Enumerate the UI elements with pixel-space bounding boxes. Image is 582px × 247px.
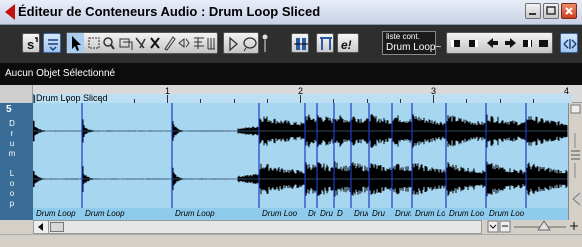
close-icon	[565, 7, 573, 15]
slice-label[interactable]: Drum Loo	[489, 209, 525, 218]
slice-labels: Drum Loop Drum Loop Drum Loop Drum Loo Dru Dr…	[33, 103, 568, 220]
horizontal-scrollbar[interactable]	[33, 220, 482, 234]
zoom-icon	[103, 37, 113, 47]
snap-icon	[294, 38, 308, 50]
minimize-button[interactable]	[525, 3, 541, 19]
play-icon	[229, 36, 238, 52]
ruler-tick	[433, 95, 434, 103]
tool-group	[66, 32, 218, 54]
title-bar: Éditeur de Conteneurs Audio : Drum Loop …	[0, 0, 582, 25]
loop-selector-label: liste cont.	[386, 32, 420, 41]
snap-button[interactable]	[291, 33, 309, 53]
range-select-icon	[88, 37, 100, 49]
slice-label[interactable]: Dru	[308, 209, 316, 218]
ruler-bar-number: 2	[298, 86, 304, 96]
back-arrow-icon	[5, 4, 15, 20]
scroll-left-icon	[38, 223, 43, 231]
autoscroll-button[interactable]	[43, 33, 61, 53]
track-name-char: L	[9, 169, 15, 178]
track-name-char: D	[9, 119, 15, 128]
audition-icon	[178, 37, 190, 49]
scrub-icon	[194, 37, 204, 49]
close-button[interactable]	[561, 3, 577, 19]
toolbar: s e! liste cont. Drum Loop~	[0, 25, 582, 63]
track-name-char: o	[9, 189, 15, 198]
info-line-text: Aucun Objet Sélectionné	[5, 68, 116, 79]
time-warp-icon	[207, 38, 215, 50]
ruler-tick	[300, 95, 301, 103]
track-name-char: r	[10, 129, 14, 138]
link-icon	[563, 39, 577, 49]
mute-erase-icon	[150, 37, 160, 49]
track-name-char: o	[9, 179, 15, 188]
track-name-char: p	[9, 199, 15, 208]
status-bar	[0, 234, 582, 247]
slice-label[interactable]: Drum Loo	[262, 209, 304, 218]
slice-label[interactable]: Drum	[354, 209, 368, 218]
loop-icon	[243, 37, 257, 49]
edit-in-place-button[interactable]: e!	[337, 33, 359, 53]
slice-label[interactable]: Drum Loop	[175, 209, 258, 218]
ruler-bar-number: 3	[431, 86, 437, 96]
nav-left-icon	[487, 38, 498, 48]
horizontal-zoom-control[interactable]	[486, 220, 582, 234]
waveform-area[interactable]: Drum Loop Drum Loop Drum Loop Drum Loo Dru Dr…	[33, 103, 568, 220]
track-name-char: u	[9, 139, 15, 148]
volume-slider[interactable]	[262, 33, 268, 53]
ruler-bar-number: 1	[165, 86, 171, 96]
slice-label[interactable]: Drum	[395, 209, 411, 218]
svg-text:e!: e!	[341, 38, 352, 52]
select-object-icon	[119, 38, 133, 50]
solo-button[interactable]: s	[22, 33, 40, 53]
ruler-bar-number: 4	[564, 86, 570, 96]
track-name-strip: 5 Drum Loop	[0, 103, 33, 220]
ruler-tick	[167, 95, 168, 103]
info-line: Aucun Objet Sélectionné	[0, 63, 582, 85]
zoom-slider-icon	[487, 220, 578, 233]
scroll-left-button[interactable]	[34, 221, 49, 233]
minimize-icon	[529, 13, 536, 15]
navigation-group	[446, 32, 553, 54]
track-name-char: m	[8, 149, 16, 158]
slice-label[interactable]: Drum Loo	[415, 209, 445, 218]
autoscroll-icon	[48, 39, 58, 52]
tool-icons	[67, 33, 215, 53]
slice-label[interactable]: D	[337, 209, 350, 218]
slice-label[interactable]: Drum Loo	[449, 209, 485, 218]
bar-icon	[320, 37, 332, 50]
scroll-thumb[interactable]	[50, 222, 64, 232]
window-title: Éditeur de Conteneurs Audio : Drum Loop …	[18, 4, 321, 19]
vertical-zoom-icon	[570, 104, 581, 206]
play-loop-group	[223, 32, 259, 54]
ruler[interactable]: Drum Loop Sliced 1234	[0, 85, 582, 103]
maximize-button[interactable]	[543, 3, 559, 19]
ruler-ticks: 1 2 3 4	[0, 85, 582, 103]
edit-in-place-icon: e!	[341, 38, 352, 52]
solo-icon: s	[27, 37, 38, 52]
slice-label[interactable]: Drum Loop	[36, 209, 81, 218]
slice-label[interactable]: Drum Loop	[85, 209, 171, 218]
maximize-icon	[546, 6, 556, 15]
vertical-zoom-bar[interactable]	[568, 103, 582, 220]
slice-label[interactable]: Dru	[320, 209, 333, 218]
loop-selector[interactable]: liste cont. Drum Loop~	[382, 31, 441, 55]
slice-label[interactable]: Dru	[372, 209, 391, 218]
volume-icon	[262, 34, 268, 52]
nav-icons	[451, 38, 548, 48]
bar-button[interactable]	[316, 33, 334, 53]
loop-selector-value: Drum Loop~	[386, 42, 442, 53]
glue-icon	[135, 37, 146, 49]
play-loop-icons	[229, 36, 257, 52]
ruler-tick	[34, 95, 35, 103]
svg-text:s: s	[27, 37, 34, 52]
nav-right-icon	[505, 38, 516, 48]
link-button[interactable]	[560, 33, 578, 53]
track-name: Drum Loop	[0, 103, 33, 220]
pencil-icon	[164, 36, 176, 51]
